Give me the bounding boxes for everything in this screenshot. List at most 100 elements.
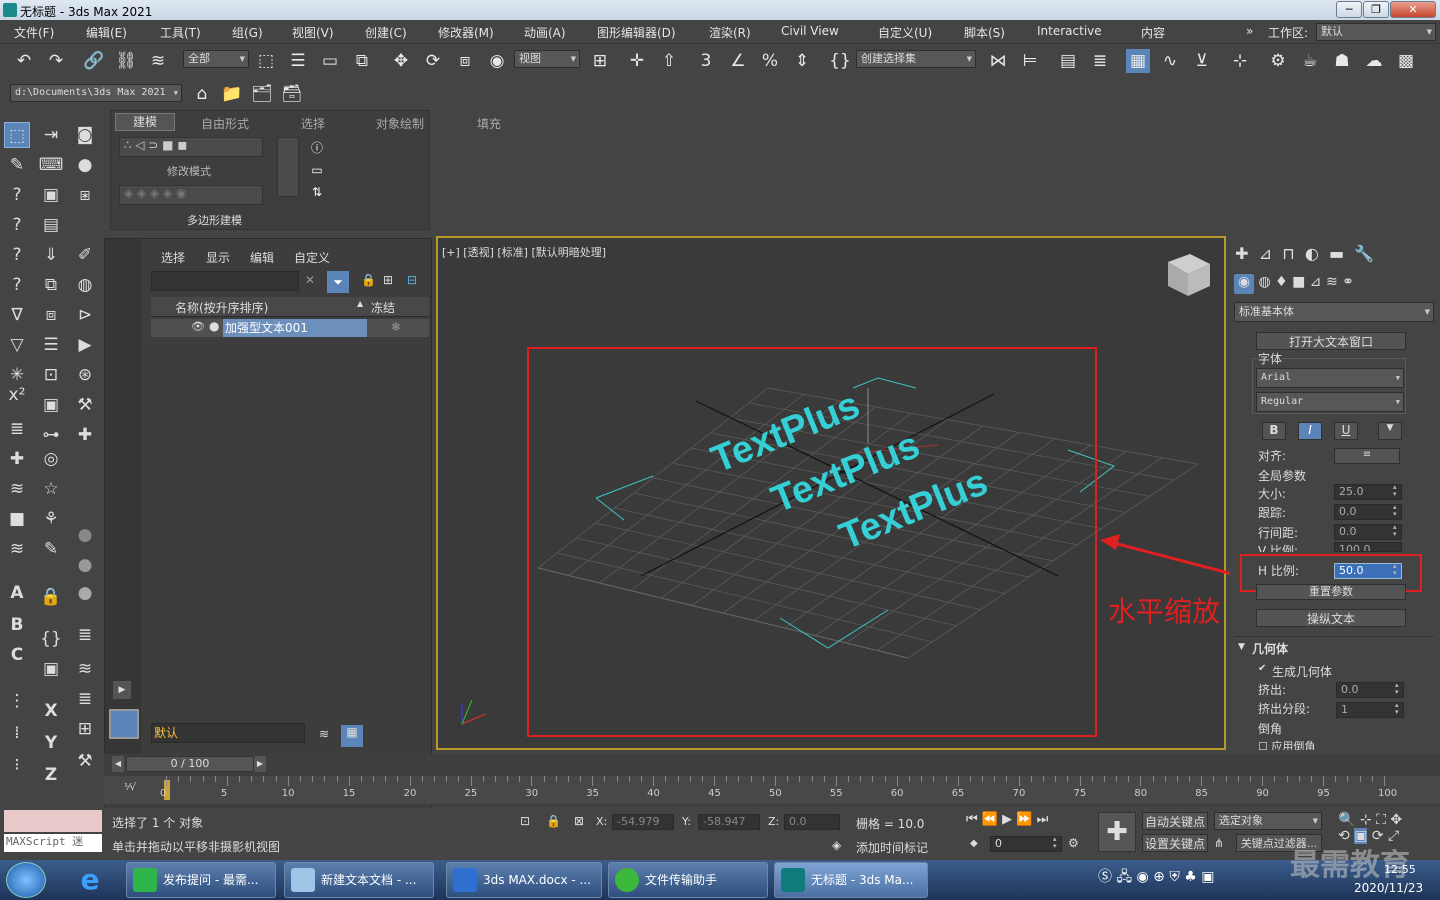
menu-content[interactable]: 内容: [1141, 24, 1165, 41]
snap-b-icon[interactable]: ?: [4, 212, 30, 238]
tree-icon[interactable]: ⚘: [38, 506, 64, 532]
menu-rendering[interactable]: 渲染(R): [709, 24, 751, 41]
maxscript-listener[interactable]: [4, 810, 102, 832]
brush2-icon[interactable]: ⚒: [72, 392, 98, 418]
style-select[interactable]: Regular: [1256, 392, 1404, 412]
extrude-segs-field[interactable]: 1: [1336, 702, 1404, 718]
y-coord-field[interactable]: -58.947: [698, 814, 760, 830]
layer-icon[interactable]: ▤: [38, 212, 64, 238]
taskbar-item-browser[interactable]: 发布提问 - 最需...: [126, 862, 276, 898]
node-icon[interactable]: ⊶: [38, 422, 64, 448]
menu-scripting[interactable]: 脚本(S): [964, 24, 1005, 41]
clear-search-icon[interactable]: ✕: [305, 273, 315, 287]
playback-icon[interactable]: ▶: [72, 332, 98, 358]
selection-set-select[interactable]: 选定对象: [1214, 812, 1322, 830]
link-icon[interactable]: 🔗: [82, 49, 106, 73]
tracking-field[interactable]: 0.0: [1334, 504, 1402, 520]
edit-icon[interactable]: ✎: [38, 536, 64, 562]
move-icon[interactable]: ✥: [389, 49, 413, 73]
ie-icon[interactable]: e: [70, 864, 110, 896]
taskbar-item-notepad[interactable]: 新建文本文档 - ...: [284, 862, 434, 898]
spinner-snap-icon[interactable]: ⇕: [790, 49, 814, 73]
explorer-thumb[interactable]: [109, 709, 139, 739]
mirror-icon[interactable]: ⋈: [986, 49, 1010, 73]
poly-modeling-dropdown[interactable]: 多边形建模: [187, 212, 242, 228]
align-icon[interactable]: ⊨: [1018, 49, 1042, 73]
select-tool-icon[interactable]: ⬚: [4, 122, 30, 148]
axis-y-icon[interactable]: Y: [38, 730, 64, 756]
extrude-field[interactable]: 0.0: [1336, 682, 1404, 698]
ribbon-tab-freeform[interactable]: 自由形式: [201, 115, 249, 132]
col-name[interactable]: 名称(按升序排序): [175, 299, 268, 316]
render-icon[interactable]: ☁: [1362, 49, 1386, 73]
xform-icon[interactable]: x²: [4, 382, 30, 408]
ribbon-tab-selection[interactable]: 选择: [301, 115, 325, 132]
menu-customize[interactable]: 自定义(U): [878, 24, 932, 41]
menu-tools[interactable]: 工具(T): [160, 24, 201, 41]
layer-explorer-icon[interactable]: ≣: [1088, 49, 1112, 73]
set-key-icon[interactable]: ✚: [1098, 812, 1136, 852]
col-freeze[interactable]: 冻结: [371, 299, 395, 316]
window-crossing-icon[interactable]: ⧉: [350, 49, 374, 73]
hierarchy-icon[interactable]: ⧆: [72, 182, 98, 208]
absolute-mode-icon[interactable]: ⊠: [574, 814, 584, 828]
ribbon-tab-populate[interactable]: 填充: [477, 115, 501, 132]
save-layer-icon[interactable]: ⇓: [38, 242, 64, 268]
selection-filter-select[interactable]: 全部: [183, 50, 249, 68]
viewport[interactable]: [+] [透视] [标准] [默认明暗处理] TextPlus TextPlus…: [436, 236, 1226, 750]
explorer-search-input[interactable]: [151, 271, 299, 291]
tray-icons[interactable]: Ⓢ 🖧 ◉ ⊕ ⛨ ♣ ▣: [1098, 866, 1298, 890]
subobject-icons[interactable]: ∴ ◁ ⊃ ■ ◼: [119, 137, 263, 157]
stack2-icon[interactable]: ≋: [4, 536, 30, 562]
snap-c-icon[interactable]: ?: [4, 242, 30, 268]
list-icon[interactable]: ☰: [38, 332, 64, 358]
sphere-create-icon[interactable]: ●: [72, 152, 98, 178]
menu-modifiers[interactable]: 修改器(M): [438, 24, 494, 41]
playback-controls[interactable]: ⏮ ⏪ ▶ ⏩ ⏭: [966, 812, 1086, 832]
star-icon[interactable]: ☆: [38, 476, 64, 502]
object-name[interactable]: 加强型文本001: [223, 319, 367, 337]
gen-geometry-checkbox[interactable]: ✔: [1258, 663, 1266, 674]
menu-file[interactable]: 文件(F): [14, 24, 54, 41]
menu-create[interactable]: 创建(C): [365, 24, 407, 41]
sync-icon[interactable]: ⊟: [407, 273, 417, 287]
stack4-icon[interactable]: ≋: [72, 656, 98, 682]
snap-a-icon[interactable]: ?: [4, 182, 30, 208]
workspace-select[interactable]: 默认: [1316, 23, 1436, 41]
angle-snap-icon[interactable]: ∠: [726, 49, 750, 73]
paint-select-icon[interactable]: ⌨: [38, 152, 64, 178]
lock-icon[interactable]: 🔒: [38, 584, 64, 610]
select-object-icon[interactable]: ⬚: [254, 49, 278, 73]
stack-icon[interactable]: ≣: [4, 416, 30, 442]
record-icon[interactable]: ⊛: [72, 362, 98, 388]
box-icon[interactable]: ▣: [38, 656, 64, 682]
brush-icon[interactable]: ✐: [72, 242, 98, 268]
category-select[interactable]: 标准基本体: [1234, 302, 1434, 322]
italic-button[interactable]: I: [1298, 422, 1322, 440]
undo-icon[interactable]: ↶: [12, 49, 36, 73]
text-a-icon[interactable]: A: [4, 580, 30, 606]
hierarchy-explorer-icon[interactable]: ⊞: [383, 273, 393, 287]
menu-group[interactable]: 组(G): [232, 24, 263, 41]
key-filter-icon[interactable]: ⋔: [1214, 836, 1224, 850]
maxscript-input[interactable]: MAXScript 迷: [4, 834, 102, 852]
vertex-icon[interactable]: ∇: [4, 302, 30, 328]
time-prev-icon[interactable]: ◀: [112, 756, 124, 772]
redo-icon[interactable]: ↷: [44, 49, 68, 73]
create-project-icon[interactable]: 🗂: [250, 82, 274, 106]
underline-button[interactable]: U: [1334, 422, 1358, 440]
time-slider[interactable]: 0 / 100: [126, 756, 254, 772]
axis-x-icon[interactable]: X: [38, 698, 64, 724]
selection-lock-icon[interactable]: 🔒: [546, 814, 561, 828]
lasso-icon[interactable]: ✎: [4, 152, 30, 178]
link-tool-icon[interactable]: ⇥: [38, 122, 64, 148]
explorer-menu-display[interactable]: 显示: [206, 249, 230, 266]
start-button[interactable]: [6, 862, 46, 898]
snap-toggle-icon[interactable]: 3: [694, 49, 718, 73]
stack3-icon[interactable]: ≣: [72, 622, 98, 648]
manipulate-text-button[interactable]: 操纵文本: [1256, 609, 1406, 627]
z-coord-field[interactable]: 0.0: [784, 814, 840, 830]
render-setup-icon[interactable]: ☕: [1298, 49, 1322, 73]
ribbon-tab-object-paint[interactable]: 对象绘制: [376, 115, 424, 132]
save-icon[interactable]: ▣: [38, 392, 64, 418]
